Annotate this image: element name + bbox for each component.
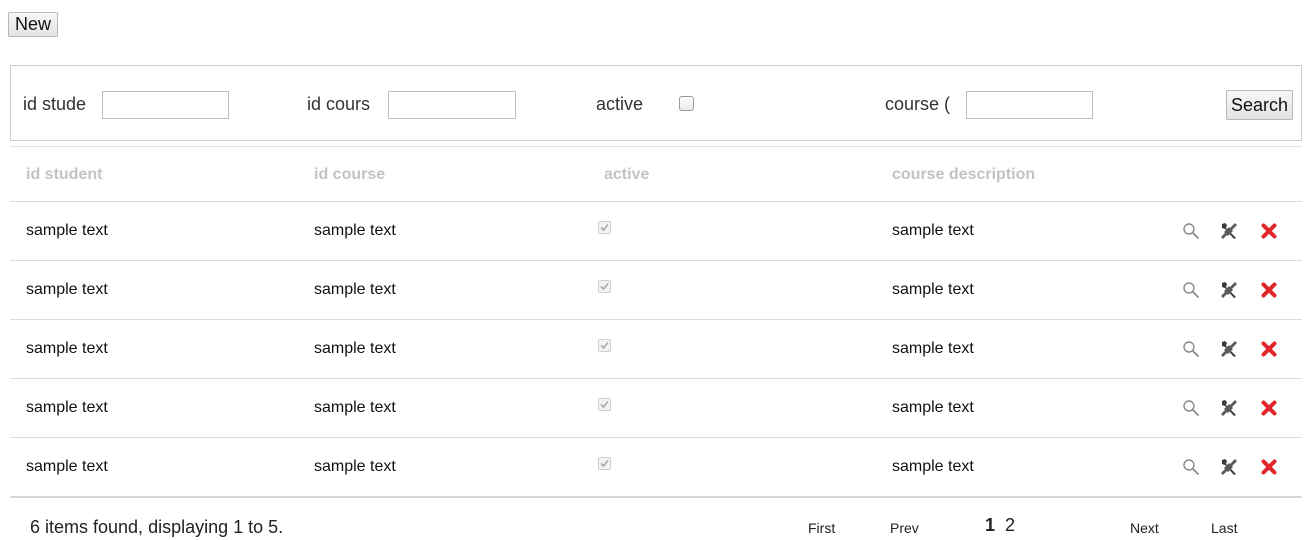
cell-active-checkbox (598, 457, 611, 470)
table-row: sample text sample text sample text (10, 202, 1302, 261)
id-student-label: id stude (23, 93, 87, 114)
delete-icon[interactable] (1258, 261, 1280, 319)
results-count: 6 items found, displaying 1 to 5. (30, 517, 284, 537)
magnifier-icon[interactable] (1180, 379, 1202, 437)
cell-course-description: sample text (892, 399, 974, 416)
new-button[interactable]: New (8, 12, 59, 37)
delete-icon[interactable] (1258, 438, 1280, 496)
column-header-course-description[interactable]: course description (892, 147, 1035, 203)
pager-page-2[interactable]: 2 (1005, 515, 1015, 536)
active-label: active (596, 93, 644, 114)
cell-id-student: sample text (26, 222, 108, 239)
active-checkbox[interactable] (679, 96, 694, 111)
magnifier-icon[interactable] (1180, 438, 1202, 496)
delete-icon[interactable] (1258, 379, 1280, 437)
cell-active-checkbox (598, 280, 611, 293)
cell-id-course: sample text (314, 399, 396, 416)
delete-icon[interactable] (1258, 320, 1280, 378)
pager-first[interactable]: First (808, 520, 835, 536)
cell-id-student: sample text (26, 281, 108, 298)
table-row: sample text sample text sample text (10, 261, 1302, 320)
cell-active-checkbox (598, 339, 611, 352)
table-header: id student id course active course descr… (10, 146, 1302, 202)
id-course-label: id cours (307, 93, 371, 114)
cell-id-course: sample text (314, 458, 396, 475)
pager-page-1[interactable]: 1 (985, 515, 995, 536)
cell-id-student: sample text (26, 399, 108, 416)
column-header-id-student[interactable]: id student (26, 147, 102, 203)
cell-id-course: sample text (314, 340, 396, 357)
cell-id-course: sample text (314, 281, 396, 298)
magnifier-icon[interactable] (1180, 261, 1202, 319)
table-row: sample text sample text sample text (10, 438, 1302, 498)
magnifier-icon[interactable] (1180, 320, 1202, 378)
cell-active-checkbox (598, 221, 611, 234)
pager-next[interactable]: Next (1130, 520, 1159, 536)
magnifier-icon[interactable] (1180, 202, 1202, 260)
delete-icon[interactable] (1258, 202, 1280, 260)
course-description-input[interactable] (966, 91, 1093, 119)
tools-icon[interactable] (1218, 379, 1240, 437)
column-header-active[interactable]: active (604, 147, 649, 203)
course-description-label: course ( (885, 93, 951, 114)
tools-icon[interactable] (1218, 261, 1240, 319)
id-course-input[interactable] (388, 91, 516, 119)
cell-course-description: sample text (892, 281, 974, 298)
search-panel: id stude id cours active course ( Search (10, 65, 1302, 141)
table-row: sample text sample text sample text (10, 320, 1302, 379)
cell-course-description: sample text (892, 458, 974, 475)
cell-id-student: sample text (26, 340, 108, 357)
cell-id-course: sample text (314, 222, 396, 239)
pager-prev[interactable]: Prev (890, 520, 919, 536)
cell-course-description: sample text (892, 222, 974, 239)
table-row: sample text sample text sample text (10, 379, 1302, 438)
pager-last[interactable]: Last (1211, 520, 1237, 536)
results-table: id student id course active course descr… (10, 146, 1302, 498)
tools-icon[interactable] (1218, 438, 1240, 496)
id-student-input[interactable] (102, 91, 229, 119)
cell-id-student: sample text (26, 458, 108, 475)
tools-icon[interactable] (1218, 320, 1240, 378)
cell-course-description: sample text (892, 340, 974, 357)
column-header-id-course[interactable]: id course (314, 147, 385, 203)
search-button[interactable]: Search (1225, 90, 1293, 120)
tools-icon[interactable] (1218, 202, 1240, 260)
page: New id stude id cours active course ( Se… (0, 0, 1306, 540)
cell-active-checkbox (598, 398, 611, 411)
